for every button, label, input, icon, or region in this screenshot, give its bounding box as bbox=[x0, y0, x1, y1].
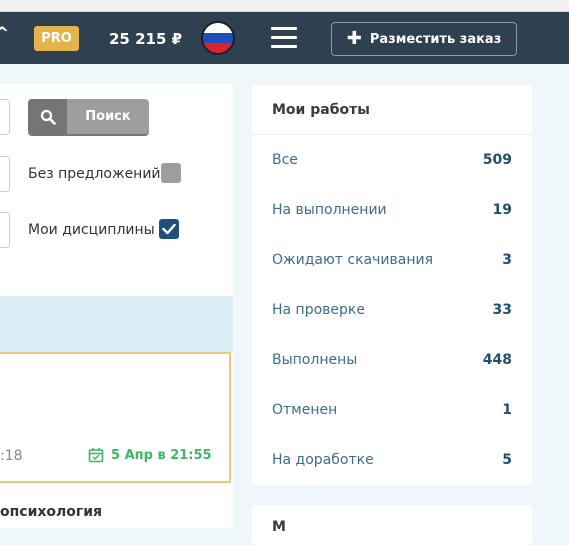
works-item-completed[interactable]: Выполнены 448 bbox=[272, 350, 512, 370]
order-card[interactable]: :18 5 Апр в 21:55 bbox=[0, 352, 231, 483]
works-item-label: Все bbox=[272, 152, 298, 168]
works-item-cancelled[interactable]: Отменен 1 bbox=[272, 400, 512, 420]
filter-field-2[interactable] bbox=[0, 212, 10, 248]
card-deadline: 5 Апр в 21:55 bbox=[88, 447, 212, 463]
divider bbox=[252, 134, 532, 135]
filter-field-1[interactable] bbox=[0, 156, 10, 192]
my-disciplines-checkbox[interactable] bbox=[159, 219, 179, 239]
works-item-revision[interactable]: На доработке 5 bbox=[272, 450, 512, 470]
place-order-button[interactable]: ✚ Разместить заказ bbox=[331, 22, 517, 56]
menu-icon[interactable] bbox=[271, 27, 297, 49]
works-item-all[interactable]: Все 509 bbox=[272, 150, 512, 170]
works-item-label: На проверке bbox=[272, 302, 365, 318]
search-button-label: Поиск bbox=[67, 99, 149, 134]
works-item-label: Выполнены bbox=[272, 352, 358, 368]
my-works-title: Мои работы bbox=[272, 102, 370, 118]
deadline-text: 5 Апр в 21:55 bbox=[111, 447, 212, 463]
info-band bbox=[0, 296, 233, 353]
order-subject-title[interactable]: опсихология bbox=[0, 504, 102, 520]
works-item-count: 5 bbox=[502, 452, 512, 468]
pro-badge[interactable]: PRO bbox=[34, 26, 79, 51]
place-order-label: Разместить заказ bbox=[369, 31, 502, 47]
works-item-in-progress[interactable]: На выполнении 19 bbox=[272, 200, 512, 220]
balance[interactable]: 25 215 ₽ bbox=[109, 28, 182, 50]
check-icon bbox=[162, 223, 176, 235]
no-offers-label: Без предложений bbox=[28, 166, 161, 182]
works-item-label: Отменен bbox=[272, 402, 338, 418]
top-header: ^ PRO 25 215 ₽ ✚ Разместить заказ bbox=[0, 12, 569, 64]
plus-icon: ✚ bbox=[346, 28, 362, 49]
search-button[interactable]: Поиск bbox=[28, 99, 149, 134]
chevron-up-icon[interactable]: ^ bbox=[0, 24, 9, 44]
card-time: :18 bbox=[0, 448, 23, 464]
second-panel: М bbox=[252, 505, 532, 545]
calendar-icon bbox=[88, 448, 104, 463]
my-works-panel: Мои работы Все 509 На выполнении 19 Ожид… bbox=[252, 85, 532, 485]
works-item-label: Ожидают скачивания bbox=[272, 252, 433, 268]
flag-russia-icon[interactable] bbox=[201, 21, 235, 55]
works-item-count: 33 bbox=[492, 302, 512, 318]
filters-panel: Поиск Без предложений Мои дисциплины :18… bbox=[0, 84, 233, 528]
search-input[interactable] bbox=[0, 99, 10, 135]
no-offers-checkbox[interactable] bbox=[161, 163, 181, 183]
works-item-count: 19 bbox=[492, 202, 512, 218]
works-item-count: 448 bbox=[482, 352, 512, 368]
browser-strip bbox=[0, 0, 569, 12]
works-item-count: 3 bbox=[502, 252, 512, 268]
works-item-count: 1 bbox=[502, 402, 512, 418]
works-item-awaiting-download[interactable]: Ожидают скачивания 3 bbox=[272, 250, 512, 270]
my-disciplines-label: Мои дисциплины bbox=[28, 222, 155, 238]
works-item-label: На доработке bbox=[272, 452, 374, 468]
search-icon bbox=[28, 99, 67, 134]
works-item-label: На выполнении bbox=[272, 202, 387, 218]
works-item-count: 509 bbox=[482, 152, 512, 168]
second-panel-title: М bbox=[272, 519, 286, 535]
works-item-under-review[interactable]: На проверке 33 bbox=[272, 300, 512, 320]
